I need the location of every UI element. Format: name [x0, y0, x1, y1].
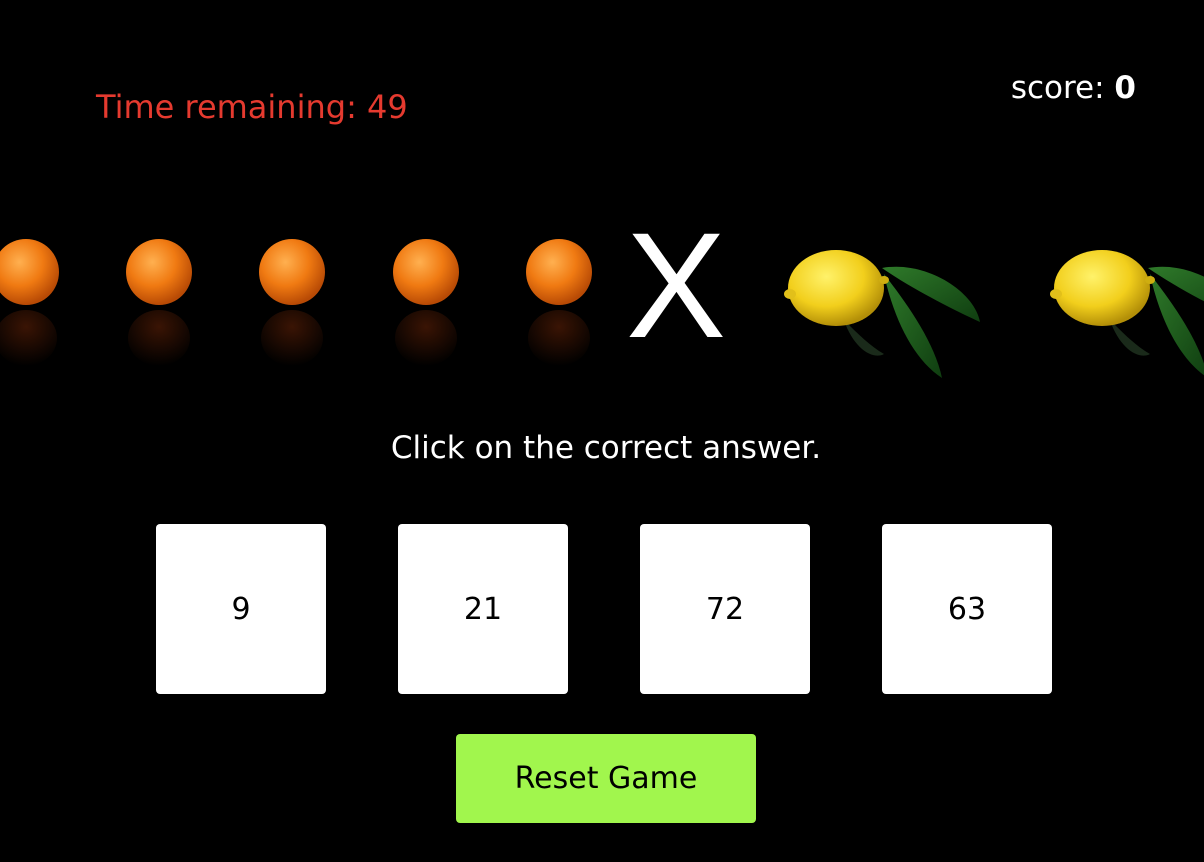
score-value: 0	[1114, 70, 1136, 106]
fruit-equation	[0, 220, 1204, 390]
multiply-operator: X	[626, 201, 727, 369]
lemon-icon	[784, 250, 980, 378]
answer-option[interactable]: 72	[640, 524, 810, 694]
orange-icon	[526, 239, 592, 366]
answer-option[interactable]: 9	[156, 524, 326, 694]
lemon-icon	[1050, 250, 1204, 376]
reset-game-button[interactable]: Reset Game	[456, 734, 756, 823]
answer-options: 9 21 72 63	[156, 524, 1056, 694]
orange-icon	[126, 239, 192, 366]
orange-icon	[393, 239, 459, 366]
instruction-text: Click on the correct answer.	[390, 430, 822, 466]
game-screen: Time remaining: 49 score: 0 X Click on t…	[0, 0, 1204, 862]
orange-icon	[259, 239, 325, 366]
score-display: score: 0	[1011, 70, 1136, 106]
score-label: score:	[1010, 70, 1105, 106]
time-remaining: Time remaining: 49	[96, 88, 408, 126]
answer-option[interactable]: 21	[398, 524, 568, 694]
answer-option[interactable]: 63	[882, 524, 1052, 694]
orange-icon	[0, 239, 59, 366]
